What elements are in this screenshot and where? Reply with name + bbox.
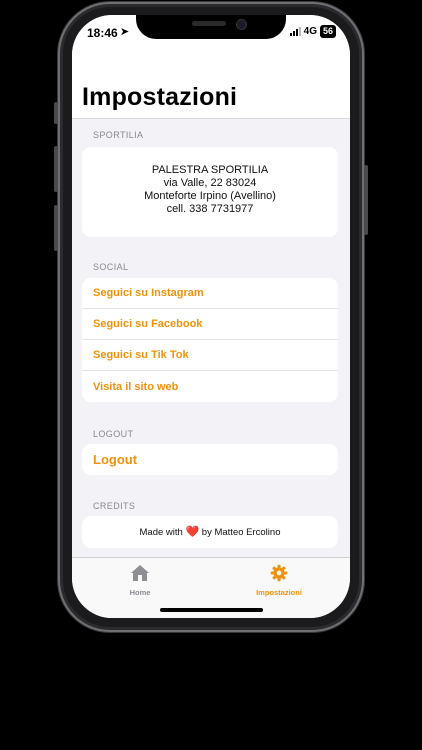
app-screen: 18:46 ➤ 4G 56 Impostazioni SPORTILIA PAL…	[72, 15, 350, 618]
facebook-link-label: Seguici su Facebook	[93, 318, 203, 330]
notch	[136, 15, 286, 39]
logout-label: Logout	[93, 452, 138, 467]
gear-icon	[270, 564, 288, 582]
power-button	[364, 165, 368, 235]
page-title: Impostazioni	[82, 83, 238, 111]
logout-card: Logout	[82, 444, 338, 475]
battery-icon: 56	[319, 25, 336, 38]
social-links-card: Seguici su Instagram Seguici su Facebook…	[82, 278, 338, 402]
heart-icon: ❤️	[185, 526, 200, 538]
website-link-label: Visita il sito web	[93, 380, 179, 393]
section-header-credits: CREDITS	[93, 501, 136, 511]
signal-strength-icon	[289, 27, 301, 36]
logout-button[interactable]: Logout	[82, 444, 338, 475]
tab-home-label: Home	[129, 588, 151, 597]
instagram-link[interactable]: Seguici su Instagram	[82, 278, 338, 309]
tab-home[interactable]: Home	[95, 564, 185, 597]
tab-settings[interactable]: Impostazioni	[234, 564, 324, 597]
section-header-sportilia: SPORTILIA	[93, 130, 144, 140]
instagram-link-label: Seguici su Instagram	[93, 287, 204, 299]
tiktok-link[interactable]: Seguici su Tik Tok	[82, 340, 338, 371]
front-camera	[236, 19, 247, 30]
navigation-bar: Impostazioni	[72, 41, 350, 119]
credits-prefix: Made with	[139, 527, 183, 538]
gym-name: PALESTRA SPORTILIA	[151, 164, 269, 176]
status-indicators: 4G 56	[289, 25, 336, 38]
tab-settings-label: Impostazioni	[256, 588, 302, 597]
facebook-link[interactable]: Seguici su Facebook	[82, 309, 338, 340]
gym-city: Monteforte Irpino (Avellino)	[144, 190, 276, 202]
network-type: 4G	[303, 26, 317, 37]
gym-street: via Valle, 22 83024	[163, 177, 257, 189]
section-header-social: SOCIAL	[93, 262, 129, 272]
gym-address: PALESTRA SPORTILIA via Valle, 22 83024 M…	[82, 147, 338, 216]
home-icon	[131, 565, 149, 581]
home-indicator[interactable]	[160, 608, 263, 612]
location-arrow-icon: ➤	[120, 26, 130, 38]
mute-switch	[54, 102, 58, 124]
tiktok-link-label: Seguici su Tik Tok	[93, 349, 189, 361]
website-link[interactable]: Visita il sito web	[82, 371, 338, 402]
earpiece-speaker	[192, 21, 226, 26]
volume-down-button	[54, 205, 58, 251]
credits-author: by Matteo Ercolino	[201, 527, 281, 538]
credits-card: Made with ❤️ by Matteo Ercolino	[82, 516, 338, 548]
volume-up-button	[54, 146, 58, 192]
credits-text: Made with ❤️ by Matteo Ercolino	[82, 516, 338, 538]
status-time: 18:46	[87, 26, 118, 40]
gym-phone: cell. 338 7731977	[166, 203, 254, 215]
gym-info-card: PALESTRA SPORTILIA via Valle, 22 83024 M…	[82, 147, 338, 237]
section-header-logout: LOGOUT	[93, 429, 134, 439]
